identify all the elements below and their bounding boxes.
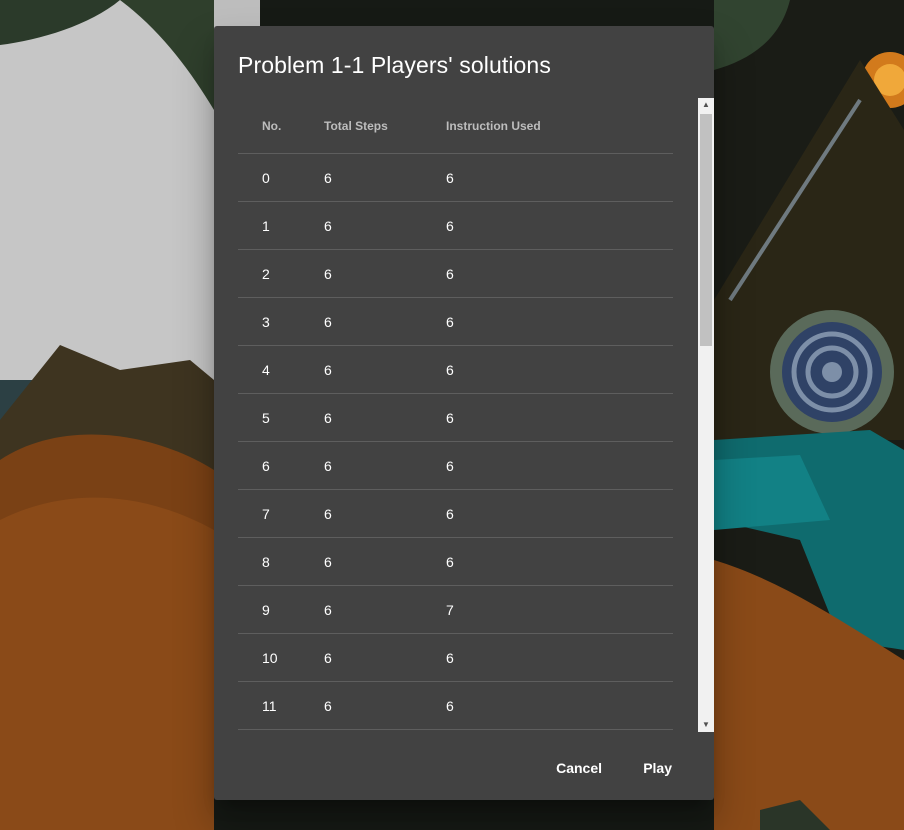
cell-total-steps: 6: [324, 698, 332, 714]
cell-total-steps: 6: [324, 362, 332, 378]
table-row[interactable]: 1 6 6: [238, 202, 673, 250]
cell-instruction-used: 6: [446, 170, 454, 186]
scroll-up-arrow-icon[interactable]: ▲: [698, 98, 714, 112]
cell-total-steps: 6: [324, 218, 332, 234]
column-header-total-steps[interactable]: Total Steps: [324, 119, 388, 133]
table-row[interactable]: 6 6 6: [238, 442, 673, 490]
cell-total-steps: 6: [324, 410, 332, 426]
cell-total-steps: 6: [324, 314, 332, 330]
cell-instruction-used: 6: [446, 458, 454, 474]
cell-no: 2: [262, 266, 270, 282]
cell-no: 1: [262, 218, 270, 234]
cell-no: 0: [262, 170, 270, 186]
cell-total-steps: 6: [324, 458, 332, 474]
table-body: 0 6 6 1 6 6 2 6 6 3 6 6 4 6 6 5 6 6 6 6 6 7 6 6 8 6 6 9 6 7 10 6 6 11 6 6: [238, 154, 673, 730]
scrollbar-thumb[interactable]: [700, 114, 712, 346]
table-header-row: No. Total Steps Instruction Used: [238, 98, 673, 154]
cell-total-steps: 6: [324, 602, 332, 618]
cell-instruction-used: 6: [446, 698, 454, 714]
cell-total-steps: 6: [324, 650, 332, 666]
cell-no: 3: [262, 314, 270, 330]
cell-total-steps: 6: [324, 266, 332, 282]
cell-instruction-used: 6: [446, 314, 454, 330]
table-row[interactable]: 0 6 6: [238, 154, 673, 202]
table-row[interactable]: 7 6 6: [238, 490, 673, 538]
dialog-actions: Cancel Play: [214, 730, 714, 800]
table-row[interactable]: 4 6 6: [238, 346, 673, 394]
play-button[interactable]: Play: [627, 750, 688, 786]
cell-instruction-used: 6: [446, 410, 454, 426]
table-row[interactable]: 11 6 6: [238, 682, 673, 730]
table-row[interactable]: 8 6 6: [238, 538, 673, 586]
cell-instruction-used: 6: [446, 266, 454, 282]
table-row[interactable]: 9 6 7: [238, 586, 673, 634]
cell-total-steps: 6: [324, 554, 332, 570]
table-row[interactable]: 3 6 6: [238, 298, 673, 346]
cell-instruction-used: 6: [446, 362, 454, 378]
cell-total-steps: 6: [324, 506, 332, 522]
cell-instruction-used: 7: [446, 602, 454, 618]
players-solutions-dialog: Problem 1-1 Players' solutions No. Total…: [214, 26, 714, 800]
table-row[interactable]: 5 6 6: [238, 394, 673, 442]
cell-no: 10: [262, 650, 278, 666]
cell-instruction-used: 6: [446, 218, 454, 234]
table-row[interactable]: 2 6 6: [238, 250, 673, 298]
cell-no: 11: [262, 698, 277, 714]
solutions-table: No. Total Steps Instruction Used 0661662…: [238, 98, 673, 730]
cell-total-steps: 6: [324, 170, 332, 186]
cell-instruction-used: 6: [446, 506, 454, 522]
table-scrollbar[interactable]: ▲ ▼: [698, 98, 714, 732]
cancel-button[interactable]: Cancel: [540, 750, 618, 786]
cell-no: 4: [262, 362, 270, 378]
cell-no: 8: [262, 554, 270, 570]
cell-no: 6: [262, 458, 270, 474]
cell-no: 9: [262, 602, 270, 618]
column-header-no[interactable]: No.: [262, 119, 281, 133]
cell-no: 7: [262, 506, 270, 522]
cell-instruction-used: 6: [446, 554, 454, 570]
cell-no: 5: [262, 410, 270, 426]
solutions-table-viewport[interactable]: No. Total Steps Instruction Used 0661662…: [238, 98, 714, 732]
column-header-instruction-used[interactable]: Instruction Used: [446, 119, 541, 133]
table-row[interactable]: 10 6 6: [238, 634, 673, 682]
dialog-title: Problem 1-1 Players' solutions: [238, 52, 551, 78]
cell-instruction-used: 6: [446, 650, 454, 666]
